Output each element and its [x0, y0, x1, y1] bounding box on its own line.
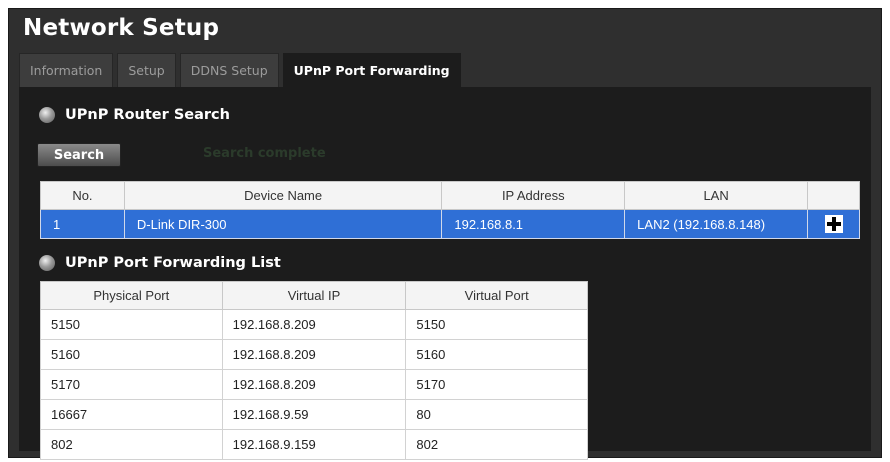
- virtual-port-cell: 80: [405, 399, 588, 430]
- column-header-action: [807, 181, 860, 210]
- table-row[interactable]: 5150 192.168.8.209 5150: [40, 309, 588, 340]
- virtual-port-cell: 5150: [405, 309, 588, 340]
- port-forwarding-heading: UPnP Port Forwarding List: [39, 255, 281, 271]
- virtual-ip-cell: 192.168.8.209: [221, 309, 407, 340]
- physical-port-cell: 5170: [40, 369, 223, 400]
- column-header-no: No.: [40, 181, 125, 210]
- add-icon[interactable]: [824, 215, 843, 233]
- router-row-selected[interactable]: 1 D-Link DIR-300 192.168.8.1 LAN2 (192.1…: [40, 209, 860, 239]
- router-action-cell: [807, 209, 860, 239]
- tab-information[interactable]: Information: [19, 53, 114, 87]
- column-header-lan: LAN: [624, 181, 809, 210]
- column-header-virtual-ip: Virtual IP: [221, 281, 407, 310]
- column-header-physical-port: Physical Port: [40, 281, 223, 310]
- bullet-icon: [39, 107, 55, 123]
- virtual-ip-cell: 192.168.9.159: [221, 429, 407, 460]
- virtual-ip-cell: 192.168.8.209: [221, 339, 407, 370]
- physical-port-cell: 802: [40, 429, 223, 460]
- virtual-port-cell: 5160: [405, 339, 588, 370]
- table-row[interactable]: 5160 192.168.8.209 5160: [40, 339, 588, 370]
- table-row[interactable]: 16667 192.168.9.59 80: [40, 399, 588, 430]
- router-lan-cell: LAN2 (192.168.8.148): [624, 209, 809, 239]
- physical-port-cell: 16667: [40, 399, 223, 430]
- search-button[interactable]: Search: [37, 143, 121, 167]
- port-forwarding-title: UPnP Port Forwarding List: [65, 255, 281, 271]
- tab-setup[interactable]: Setup: [117, 53, 176, 87]
- tab-upnp-port-forwarding[interactable]: UPnP Port Forwarding: [282, 53, 461, 87]
- router-search-heading: UPnP Router Search: [39, 107, 230, 123]
- column-header-ip-address: IP Address: [441, 181, 626, 210]
- table-row[interactable]: 802 192.168.9.159 802: [40, 429, 588, 460]
- virtual-ip-cell: 192.168.9.59: [221, 399, 407, 430]
- port-forwarding-table: Physical Port Virtual IP Virtual Port 51…: [40, 281, 588, 460]
- page-title: Network Setup: [23, 15, 220, 41]
- physical-port-cell: 5150: [40, 309, 223, 340]
- search-status: Search complete: [203, 146, 326, 161]
- table-row[interactable]: 5170 192.168.8.209 5170: [40, 369, 588, 400]
- router-table: No. Device Name IP Address LAN 1 D-Link …: [40, 181, 860, 239]
- bullet-icon: [39, 255, 55, 271]
- column-header-virtual-port: Virtual Port: [405, 281, 588, 310]
- port-forwarding-header: Physical Port Virtual IP Virtual Port: [40, 281, 588, 310]
- network-setup-panel: Network Setup Information Setup DDNS Set…: [8, 8, 882, 460]
- virtual-ip-cell: 192.168.8.209: [221, 369, 407, 400]
- virtual-port-cell: 5170: [405, 369, 588, 400]
- router-table-header: No. Device Name IP Address LAN: [40, 181, 860, 210]
- tab-content: UPnP Router Search Search Search complet…: [19, 87, 871, 460]
- router-search-title: UPnP Router Search: [65, 107, 230, 123]
- column-header-device-name: Device Name: [123, 181, 443, 210]
- tab-bar: Information Setup DDNS Setup UPnP Port F…: [19, 53, 461, 87]
- router-device-cell: D-Link DIR-300: [123, 209, 443, 239]
- router-ip-cell: 192.168.8.1: [441, 209, 626, 239]
- tab-ddns-setup[interactable]: DDNS Setup: [179, 53, 279, 87]
- physical-port-cell: 5160: [40, 339, 223, 370]
- virtual-port-cell: 802: [405, 429, 588, 460]
- router-no-cell: 1: [40, 209, 125, 239]
